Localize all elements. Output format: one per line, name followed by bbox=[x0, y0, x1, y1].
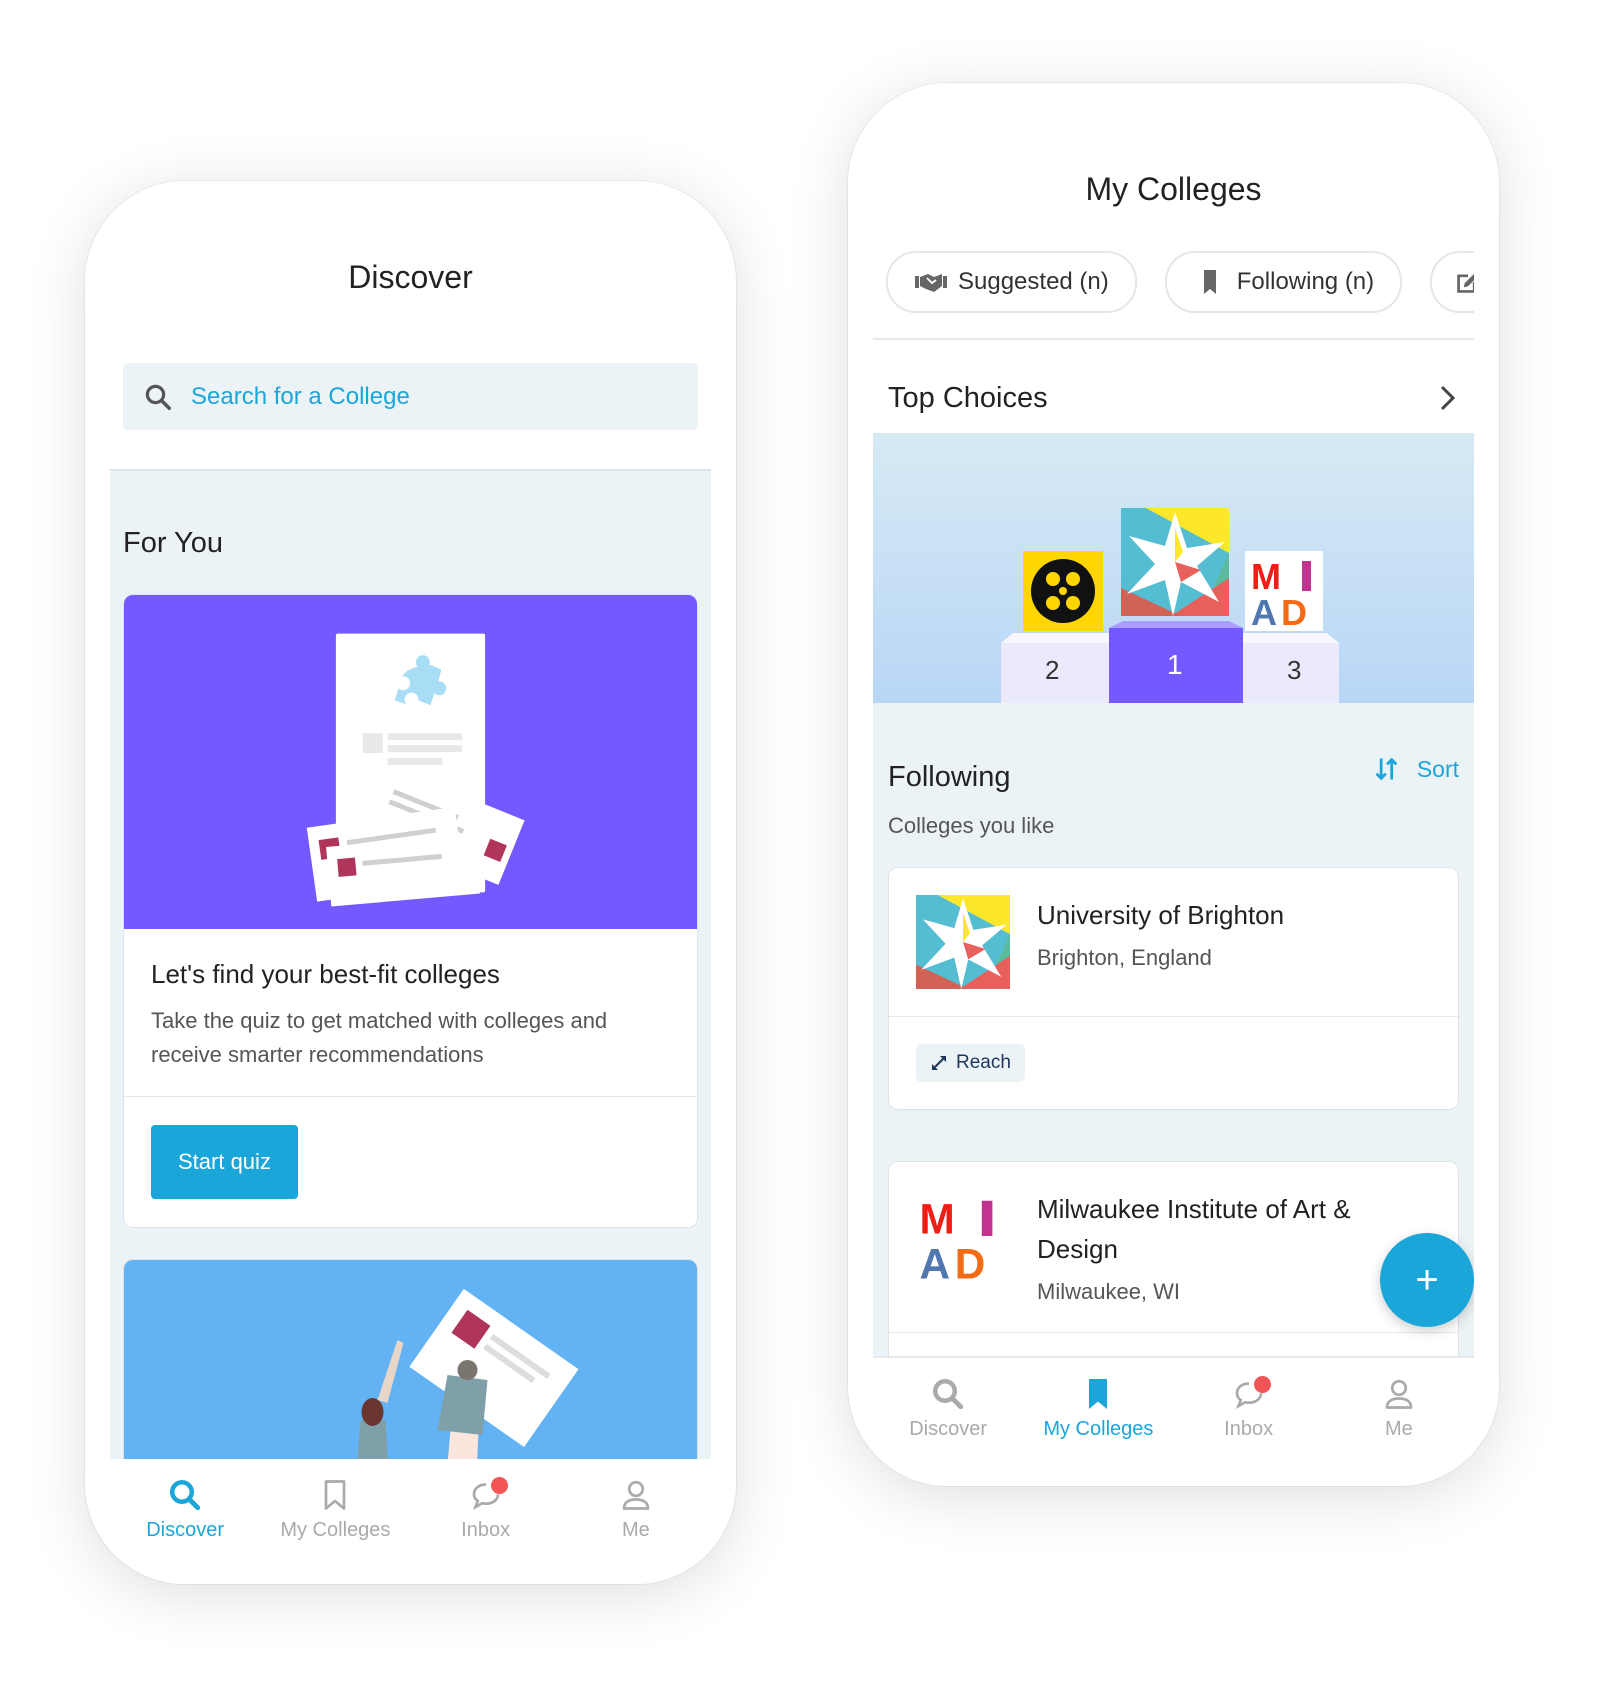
edit-icon bbox=[1457, 274, 1474, 293]
svg-text:M: M bbox=[920, 1196, 955, 1243]
bookmark-icon bbox=[325, 1480, 346, 1510]
rank-1-label: 1 bbox=[1167, 649, 1183, 680]
start-quiz-button[interactable]: Start quiz bbox=[151, 1125, 298, 1199]
tab-label: Discover bbox=[146, 1519, 225, 1541]
college-location: Brighton, England bbox=[1037, 945, 1212, 970]
chip-label: Suggested (n) bbox=[958, 268, 1109, 295]
college-name: University of Brighton bbox=[1037, 900, 1285, 930]
my-colleges-phone: My Colleges Suggested (n) Following (n) … bbox=[848, 83, 1499, 1486]
page-title: My Colleges bbox=[1085, 171, 1262, 207]
college-location: Milwaukee, WI bbox=[1037, 1279, 1181, 1304]
add-college-button[interactable]: + bbox=[1380, 1233, 1474, 1327]
tab-me[interactable]: Me bbox=[561, 1459, 711, 1584]
tab-label: My Colleges bbox=[1043, 1418, 1154, 1440]
brighton-logo bbox=[916, 895, 1010, 989]
chip-label: Following (n) bbox=[1236, 268, 1375, 295]
discover-screen: Discover Search for a College For You Le… bbox=[110, 181, 711, 1584]
sort-icon bbox=[1375, 757, 1398, 781]
quiz-illustration bbox=[124, 595, 697, 929]
tab-label: Me bbox=[621, 1519, 650, 1541]
section-title: For You bbox=[123, 527, 223, 559]
miad-logo: M A D bbox=[920, 1196, 993, 1283]
top-choices-row[interactable]: Top Choices bbox=[873, 353, 1474, 443]
quiz-card-body: Let's find your best-fit colleges Take t… bbox=[124, 929, 697, 1097]
tab-my-colleges[interactable]: My Colleges bbox=[1023, 1358, 1173, 1486]
following-subtitle: Colleges you like bbox=[888, 813, 1055, 838]
handshake-icon bbox=[915, 274, 947, 292]
college-card-header: University of Brighton Brighton, England bbox=[889, 868, 1458, 1017]
top-choices-podium[interactable]: M A D 2 1 3 bbox=[873, 433, 1474, 703]
svg-text:A: A bbox=[1251, 592, 1277, 633]
college-card-header: M A D Milwaukee Institute of Art & Desig… bbox=[889, 1162, 1458, 1333]
sort-button[interactable]: Sort bbox=[1373, 755, 1459, 783]
quiz-description: Take the quiz to get matched with colleg… bbox=[151, 1008, 608, 1067]
tab-my-colleges[interactable]: My Colleges bbox=[260, 1459, 410, 1584]
tab-discover[interactable]: Discover bbox=[873, 1358, 1023, 1486]
tab-label: Inbox bbox=[461, 1519, 511, 1541]
expand-arrows-icon bbox=[932, 1056, 946, 1070]
chevron-right-icon bbox=[1440, 385, 1456, 411]
person-icon bbox=[1385, 1379, 1413, 1409]
top-choices-label: Top Choices bbox=[888, 381, 1048, 414]
sort-label: Sort bbox=[1416, 755, 1459, 782]
tab-inbox[interactable]: Inbox bbox=[411, 1459, 561, 1584]
suggested-chip[interactable]: Suggested (n) bbox=[886, 251, 1137, 313]
page-title: Discover bbox=[348, 259, 473, 295]
bottom-tab-bar: Discover My Colleges Inbox Me bbox=[873, 1356, 1474, 1486]
search-placeholder: Search for a College bbox=[191, 382, 410, 410]
search-icon bbox=[170, 1480, 201, 1511]
tab-me[interactable]: Me bbox=[1324, 1358, 1474, 1486]
tab-label: Discover bbox=[909, 1418, 988, 1440]
quiz-card: Let's find your best-fit colleges Take t… bbox=[123, 594, 698, 1228]
for-you-feed: For You Let's find your best-fit college… bbox=[110, 469, 711, 1584]
following-title: Following bbox=[888, 761, 1011, 793]
college-card[interactable]: University of Brighton Brighton, England… bbox=[888, 867, 1459, 1110]
svg-text:D: D bbox=[1281, 592, 1307, 633]
college-name: Milwaukee Institute of Art & Design bbox=[1037, 1194, 1351, 1264]
bookmark-icon bbox=[1203, 270, 1216, 294]
svg-text:M: M bbox=[1251, 556, 1281, 597]
tab-label: My Colleges bbox=[280, 1519, 391, 1541]
quiz-card-footer: Start quiz bbox=[124, 1097, 697, 1227]
tab-inbox[interactable]: Inbox bbox=[1174, 1358, 1324, 1486]
college-card-footer: Reach bbox=[889, 1017, 1458, 1109]
tab-label: Inbox bbox=[1224, 1418, 1274, 1440]
search-icon bbox=[145, 384, 171, 410]
reach-tag: Reach bbox=[916, 1044, 1025, 1082]
tab-discover[interactable]: Discover bbox=[110, 1459, 260, 1584]
edit-chip[interactable] bbox=[1430, 251, 1474, 313]
bottom-tab-bar: Discover My Colleges Inbox Me bbox=[110, 1459, 711, 1584]
person-icon bbox=[622, 1480, 650, 1510]
search-icon bbox=[933, 1379, 964, 1410]
search-input[interactable]: Search for a College bbox=[123, 363, 698, 430]
notification-badge bbox=[1253, 1376, 1271, 1393]
divider bbox=[873, 338, 1474, 340]
tag-label: Reach bbox=[956, 1052, 1011, 1073]
notification-badge bbox=[490, 1477, 508, 1494]
bookmark-icon bbox=[1089, 1379, 1108, 1409]
rank-2-label: 2 bbox=[1045, 655, 1060, 685]
my-colleges-screen: My Colleges Suggested (n) Following (n) … bbox=[873, 83, 1474, 1486]
svg-text:D: D bbox=[955, 1240, 986, 1283]
following-chip[interactable]: Following (n) bbox=[1164, 251, 1403, 313]
tab-label: Me bbox=[1384, 1418, 1413, 1440]
filter-chips: Suggested (n) Following (n) bbox=[886, 251, 1474, 313]
svg-text:A: A bbox=[920, 1240, 951, 1283]
quiz-heading: Let's find your best-fit colleges bbox=[151, 959, 500, 989]
discover-phone: Discover Search for a College For You Le… bbox=[85, 181, 736, 1584]
rank-3-label: 3 bbox=[1287, 655, 1302, 685]
